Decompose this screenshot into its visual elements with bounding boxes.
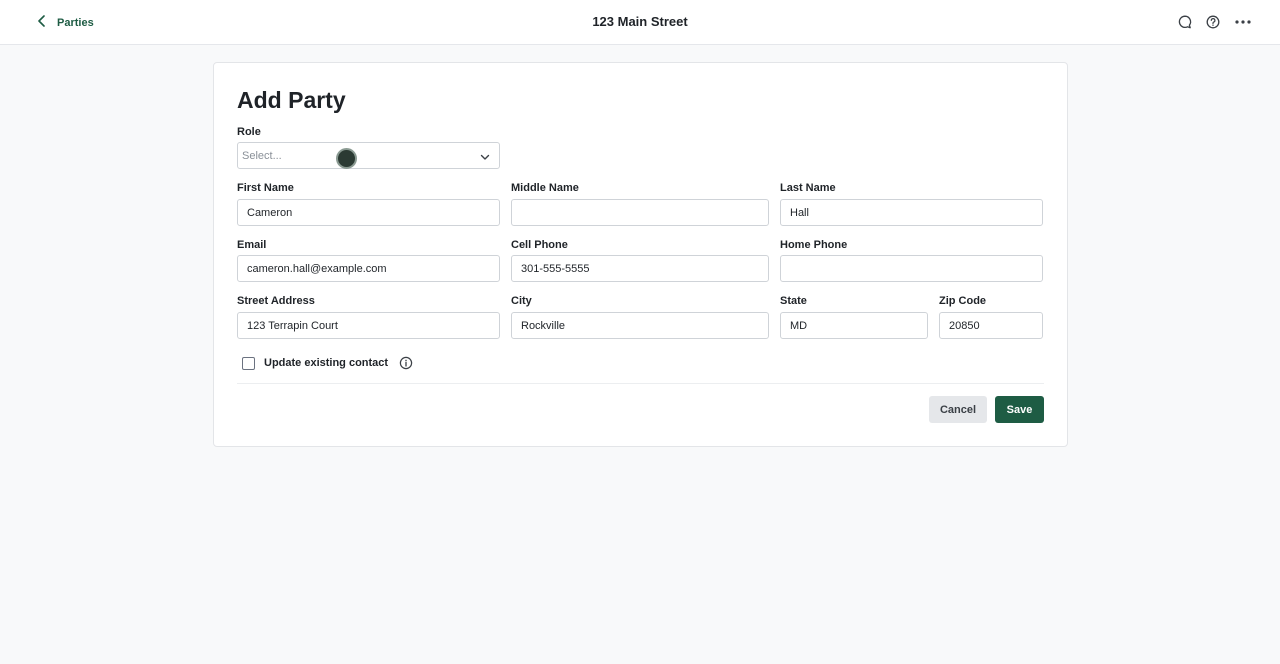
middle-name-input[interactable]: [511, 199, 769, 226]
last-name-input[interactable]: [780, 199, 1043, 226]
home-phone-input[interactable]: [780, 255, 1043, 282]
first-name-input[interactable]: [237, 199, 500, 226]
chat-icon[interactable]: [1176, 13, 1194, 31]
cell-phone-label: Cell Phone: [511, 239, 568, 251]
help-icon[interactable]: [1204, 13, 1222, 31]
state-label: State: [780, 295, 807, 307]
divider: [237, 383, 1044, 384]
add-party-card: Add Party Role Select... First Name Midd…: [213, 62, 1068, 447]
zip-code-label: Zip Code: [939, 295, 987, 307]
mouse-cursor-indicator: [336, 148, 357, 169]
top-bar: Parties 123 Main Street: [0, 0, 1280, 45]
save-button[interactable]: Save: [995, 396, 1044, 423]
last-name-label: Last Name: [780, 182, 836, 194]
street-address-input[interactable]: [237, 312, 500, 339]
more-icon[interactable]: [1232, 13, 1254, 31]
update-contact-row: Update existing contact: [242, 356, 413, 370]
form-title: Add Party: [237, 87, 346, 113]
back-label: Parties: [57, 17, 94, 29]
home-phone-label: Home Phone: [780, 239, 848, 251]
update-contact-checkbox[interactable]: [242, 356, 255, 370]
zip-code-input[interactable]: [939, 312, 1043, 339]
city-label: City: [511, 295, 532, 307]
email-label: Email: [237, 239, 267, 251]
street-address-label: Street Address: [237, 295, 315, 307]
info-icon[interactable]: [399, 356, 413, 370]
first-name-label: First Name: [237, 182, 294, 194]
cancel-button[interactable]: Cancel: [929, 396, 987, 423]
middle-name-label: Middle Name: [511, 182, 579, 194]
chevron-left-icon: [37, 14, 47, 32]
back-to-parties-link[interactable]: Parties: [37, 14, 94, 32]
role-label: Role: [237, 126, 261, 138]
role-select[interactable]: Select...: [237, 142, 500, 169]
state-input[interactable]: [780, 312, 928, 339]
city-input[interactable]: [511, 312, 769, 339]
email-input[interactable]: [237, 255, 500, 282]
cell-phone-input[interactable]: [511, 255, 769, 282]
page-title: 123 Main Street: [592, 14, 688, 29]
update-contact-label[interactable]: Update existing contact: [264, 357, 388, 369]
chevron-down-icon: [479, 150, 491, 162]
role-select-placeholder: Select...: [242, 150, 282, 162]
